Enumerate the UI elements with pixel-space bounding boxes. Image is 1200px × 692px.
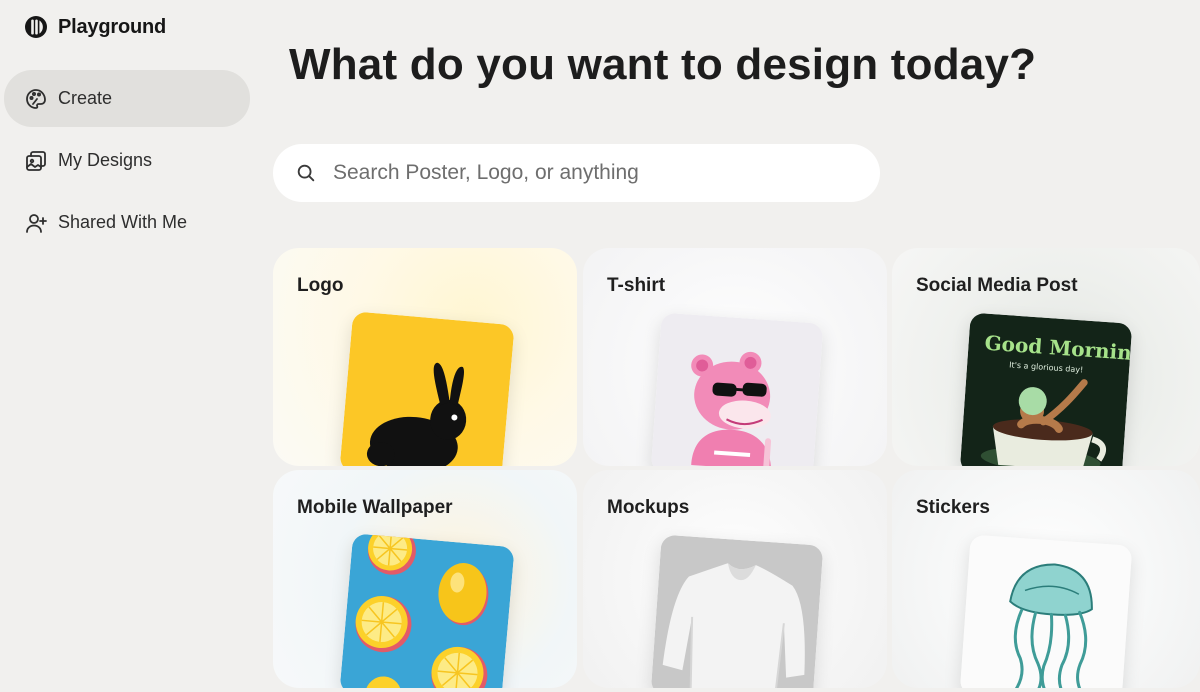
sidebar-item-shared-with-me[interactable]: Shared With Me (4, 194, 250, 251)
card-label: Mockups (607, 497, 690, 518)
mockups-thumbnail (650, 534, 824, 688)
card-label: Mobile Wallpaper (297, 497, 453, 518)
sidebar-item-my-designs[interactable]: My Designs (4, 132, 250, 189)
sidebar: Playground Create My Designs Shared With… (0, 0, 258, 692)
images-icon (26, 150, 46, 171)
t-shirt-thumbnail (650, 312, 824, 466)
playground-logo-icon (25, 16, 47, 38)
card-label: Social Media Post (916, 275, 1078, 296)
stickers-thumbnail (959, 534, 1133, 688)
user-plus-icon (26, 213, 47, 233)
palette-icon (26, 88, 46, 109)
category-card-mobile-wallpaper[interactable]: Mobile Wallpaper (273, 470, 577, 688)
category-card-logo[interactable]: Logo (273, 248, 577, 466)
sidebar-nav: Create My Designs Shared With Me (4, 70, 250, 256)
category-grid: Logo T-shirt Social Media Post Good Morn… (273, 248, 1200, 692)
search-bar[interactable] (273, 144, 880, 202)
sidebar-item-label: Shared With Me (58, 212, 188, 232)
sidebar-item-label: Create (58, 88, 113, 108)
mobile-wallpaper-thumbnail (339, 533, 515, 688)
search-icon (297, 164, 315, 182)
social-media-post-thumbnail: Good Morning It's a glorious day! (959, 312, 1133, 466)
sidebar-item-create[interactable]: Create (4, 70, 250, 127)
card-label: Logo (297, 275, 344, 296)
category-card-t-shirt[interactable]: T-shirt (583, 248, 887, 466)
category-card-stickers[interactable]: Stickers (892, 470, 1200, 688)
category-card-mockups[interactable]: Mockups (583, 470, 887, 688)
category-card-social-media-post[interactable]: Social Media Post Good Morning It's a gl… (892, 248, 1200, 466)
app-name: Playground (58, 15, 167, 38)
page-title: What do you want to design today? (289, 40, 1037, 89)
sidebar-item-label: My Designs (58, 150, 153, 170)
card-label: Stickers (916, 497, 990, 518)
card-label: T-shirt (607, 275, 666, 296)
search-input[interactable] (333, 161, 853, 185)
logo-thumbnail (339, 311, 515, 466)
brand[interactable]: Playground (24, 15, 166, 39)
